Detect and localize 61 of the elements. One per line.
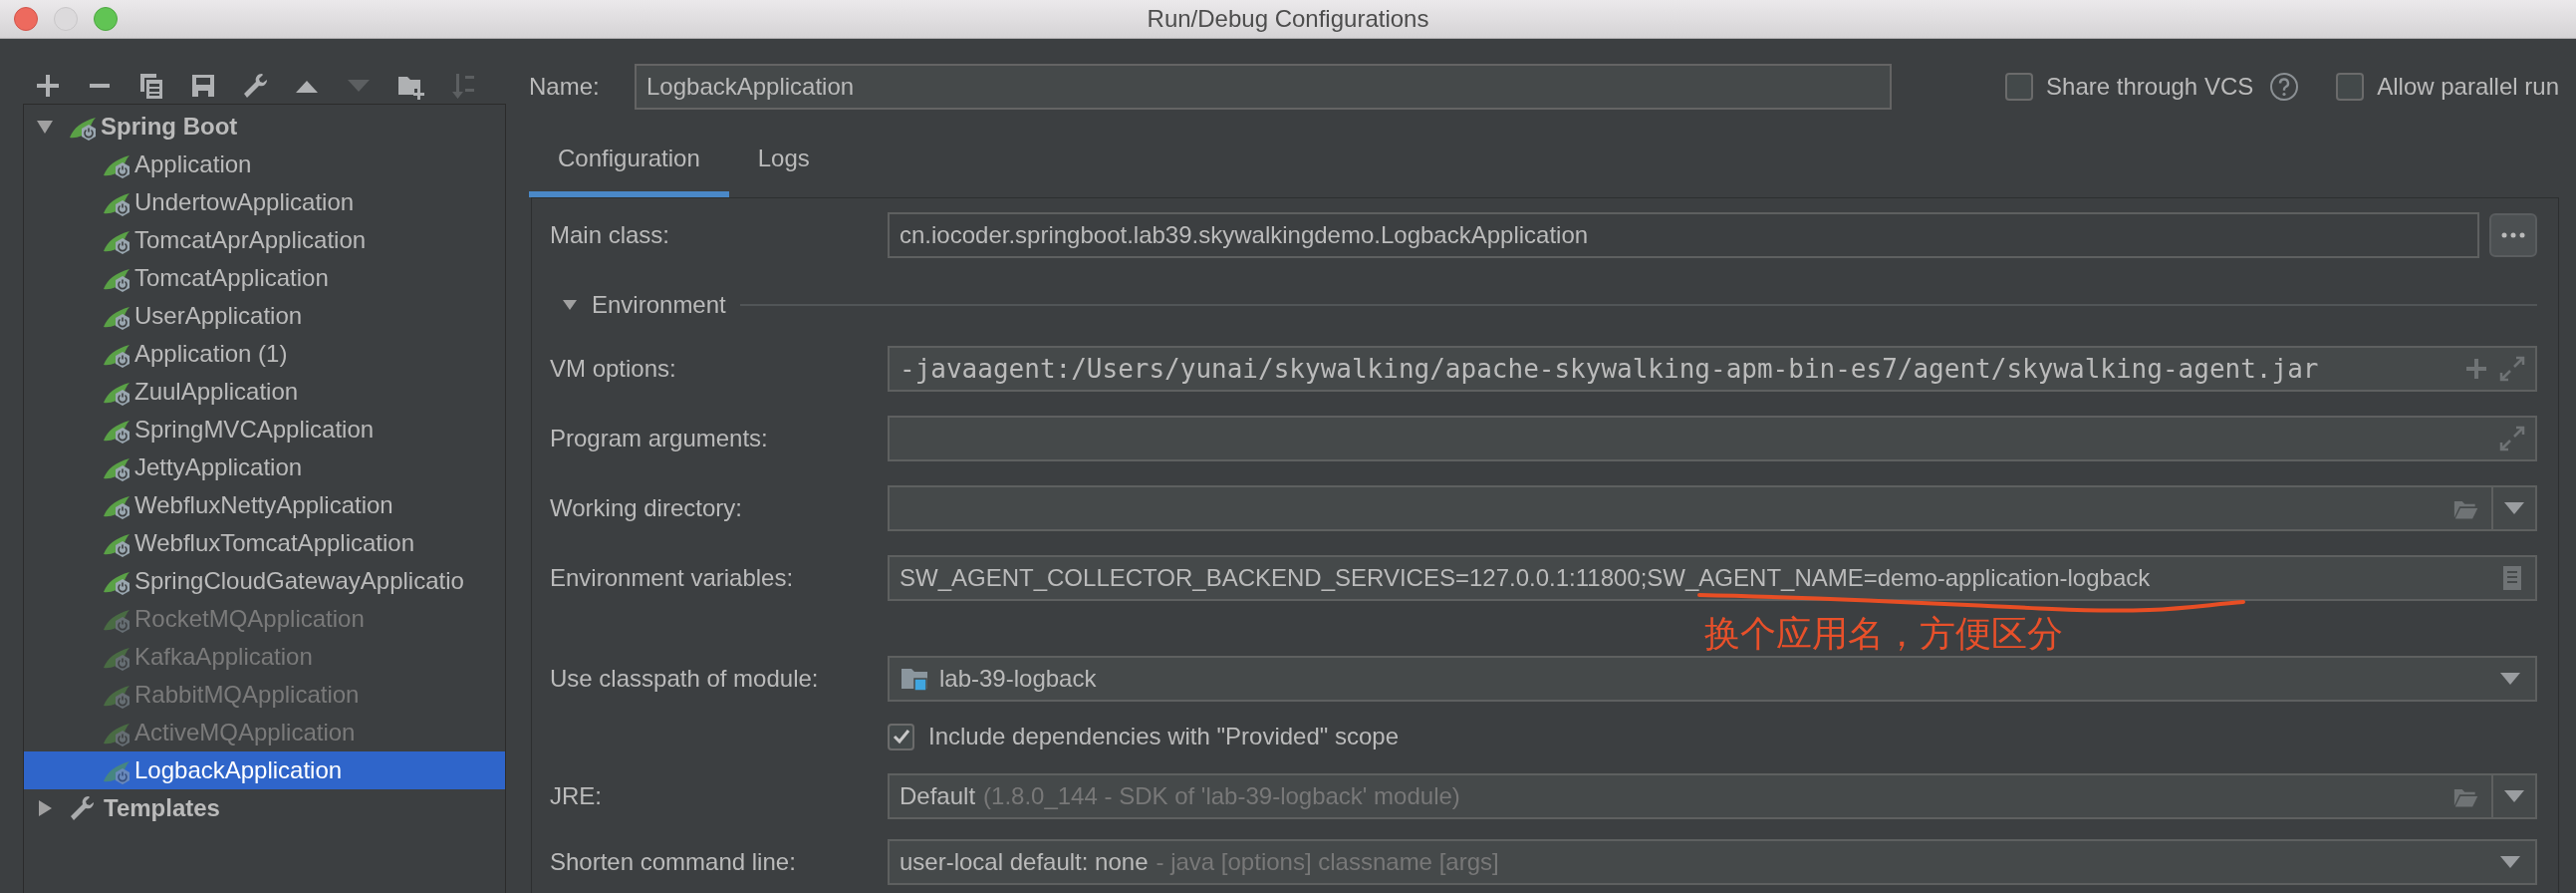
tree-item[interactable]: UndertowApplication bbox=[24, 183, 505, 221]
tree-item[interactable]: JettyApplication bbox=[24, 448, 505, 486]
checkbox-label: Share through VCS bbox=[2046, 72, 2254, 101]
tree-item[interactable]: WebfluxTomcatApplication bbox=[24, 524, 505, 562]
collapse-icon[interactable] bbox=[36, 118, 54, 136]
expand-icon[interactable] bbox=[2499, 356, 2525, 382]
field-label: Program arguments: bbox=[550, 425, 769, 452]
text-field[interactable]: -javaagent:/Users/yunai/skywalking/apache-skywalking-apm-bin-es7/agent/skywalking-agent.jar bbox=[888, 346, 2537, 392]
tree-item[interactable]: Application bbox=[24, 146, 505, 183]
window-title: Run/Debug Configurations bbox=[1146, 5, 1430, 33]
field-label: Use classpath of module: bbox=[550, 665, 820, 693]
tree-item[interactable]: ZuulApplication bbox=[24, 373, 505, 411]
help-icon[interactable] bbox=[2269, 71, 2300, 102]
dropdown-arrow-icon bbox=[2499, 855, 2521, 869]
browse-button[interactable] bbox=[2489, 213, 2537, 257]
tree-group[interactable]: Templates bbox=[24, 789, 505, 827]
tree-item[interactable]: SpringMVCApplication bbox=[24, 411, 505, 448]
section-title: Environment bbox=[592, 291, 726, 319]
tab[interactable]: Logs bbox=[728, 132, 839, 197]
tree-item[interactable]: TomcatAprApplication bbox=[24, 221, 505, 259]
tree-item[interactable]: UserApplication bbox=[24, 297, 505, 335]
dropdown-arrow-icon bbox=[2503, 789, 2525, 803]
checkbox-label: Include dependencies with "Provided" scope bbox=[928, 723, 1399, 750]
expand-icon[interactable] bbox=[36, 799, 54, 817]
field-label: Name: bbox=[529, 72, 601, 101]
tree-item[interactable]: SpringCloudGatewayApplicatio bbox=[24, 562, 505, 600]
name-field[interactable]: LogbackApplication bbox=[635, 63, 1892, 110]
dropdown-arrow-icon bbox=[2503, 501, 2525, 515]
module-dropdown[interactable]: lab-39-logback bbox=[888, 656, 2537, 702]
checkmark-icon bbox=[891, 727, 911, 746]
field-label: Main class: bbox=[550, 221, 671, 249]
wrench-icon[interactable] bbox=[241, 72, 269, 100]
field-label: Shorten command line: bbox=[550, 848, 797, 876]
add-icon[interactable] bbox=[34, 72, 62, 100]
save-icon[interactable] bbox=[189, 72, 217, 100]
copy-icon[interactable] bbox=[137, 72, 165, 100]
expand-icon[interactable] bbox=[2499, 426, 2525, 451]
checkbox[interactable] bbox=[2336, 72, 2365, 101]
tree-item[interactable]: TomcatApplication bbox=[24, 259, 505, 297]
text-field[interactable] bbox=[888, 416, 2537, 461]
ellipsis-icon bbox=[2501, 231, 2525, 239]
checkbox-label: Allow parallel run bbox=[2377, 72, 2559, 101]
directory-field[interactable] bbox=[888, 485, 2537, 531]
text-field[interactable]: SW_AGENT_COLLECTOR_BACKEND_SERVICES=127.0.0.1:11800;SW_AGENT_NAME=demo-application-logback bbox=[888, 555, 2537, 601]
field-label: VM options: bbox=[550, 355, 677, 383]
tree-item[interactable]: Application (1) bbox=[24, 335, 505, 373]
tab[interactable]: Configuration bbox=[529, 132, 729, 197]
zoom-button[interactable] bbox=[94, 7, 118, 31]
close-button[interactable] bbox=[14, 7, 38, 31]
checkbox[interactable] bbox=[888, 723, 914, 750]
checkbox[interactable] bbox=[2005, 72, 2034, 101]
text-field[interactable]: cn.iocoder.springboot.lab39.skywalkingdemo.LogbackApplication bbox=[888, 212, 2479, 258]
annotation-text: 换个应用名，方便区分 bbox=[1704, 616, 2063, 652]
tree-group[interactable]: Spring Boot bbox=[24, 108, 505, 146]
field-label: Environment variables: bbox=[550, 564, 795, 592]
field-label: JRE: bbox=[550, 782, 603, 810]
field-label: Working directory: bbox=[550, 494, 743, 522]
tree-item[interactable]: WebfluxNettyApplication bbox=[24, 486, 505, 524]
tree-item[interactable]: LogbackApplication bbox=[24, 751, 505, 789]
wrench-icon bbox=[68, 794, 96, 822]
dropdown-arrow-icon bbox=[2499, 672, 2521, 686]
